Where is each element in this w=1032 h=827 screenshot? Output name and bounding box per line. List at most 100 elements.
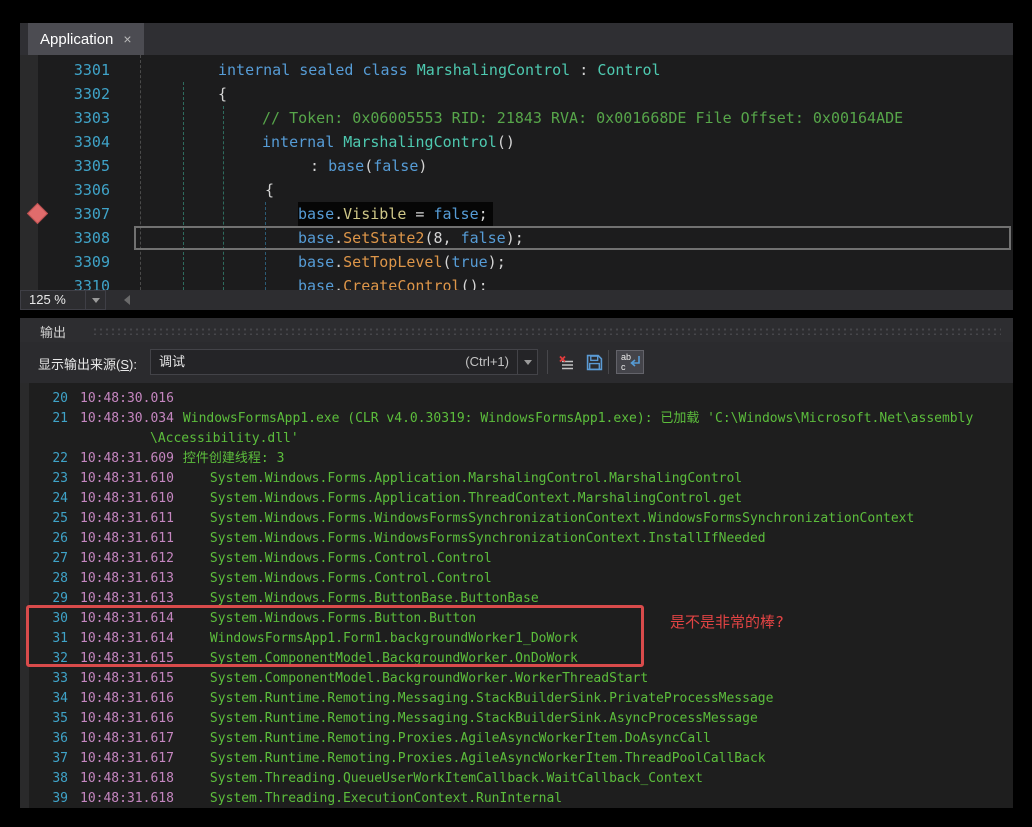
log-row: 25 10:48:31.611 System.Windows.Forms.Windo… xyxy=(20,509,1013,529)
line-number: 3305 xyxy=(38,154,110,178)
log-message: \Accessibility.dll' xyxy=(150,429,299,449)
log-row: 2810:48:31.613System.Windows.Forms.Contr… xyxy=(20,569,1013,589)
clear-all-button[interactable] xyxy=(554,350,578,374)
code-line: 3309 base.SetTopLevel(true); xyxy=(20,250,1013,274)
panel-drag-grip xyxy=(92,327,1001,335)
log-line-number: 38 xyxy=(20,769,68,789)
log-message: System.Runtime.Remoting.Messaging.StackB… xyxy=(210,709,758,729)
zoom-level-combo[interactable]: 125 % xyxy=(20,290,86,310)
chevron-down-icon xyxy=(524,360,532,365)
output-source-combo[interactable]: 调试 (Ctrl+1) xyxy=(150,349,538,375)
tab-label: Application xyxy=(40,31,113,48)
log-timestamp: 10:48:31.613 xyxy=(80,569,174,589)
log-timestamp: 10:48:31.618 xyxy=(80,769,174,789)
output-log[interactable]: 2010:48:30.01621 10:48:30.034 WindowsForms… xyxy=(20,383,1013,808)
log-line-number: 22 xyxy=(20,449,68,469)
save-icon xyxy=(586,354,603,371)
log-row: 2410:48:31.610System.Windows.Forms.Appli… xyxy=(20,489,1013,509)
code-line: 3302 { xyxy=(20,82,1013,106)
log-timestamp: 10:48:31.616 xyxy=(80,709,174,729)
log-row: 38 10:48:31.618 System.Threading.QueueUser… xyxy=(20,769,1013,789)
log-row: 3710:48:31.617System.Runtime.Remoting.Pr… xyxy=(20,749,1013,769)
log-line-number: 36 xyxy=(20,729,68,749)
output-source-label: 显示输出来源(S): xyxy=(38,354,137,373)
log-line-number: 26 xyxy=(20,529,68,549)
toolbar-separator xyxy=(608,350,609,374)
log-message: System.Runtime.Remoting.Proxies.AgileAsy… xyxy=(210,729,711,749)
annotation-box xyxy=(26,605,644,667)
chevron-down-icon xyxy=(92,298,100,303)
line-number: 3306 xyxy=(38,178,110,202)
line-number: 3307 xyxy=(38,202,110,226)
log-timestamp: 10:48:31.618 xyxy=(80,789,174,808)
output-panel-header[interactable]: 输出 xyxy=(20,318,1013,342)
output-toolbar: 显示输出来源(S): 调试 (Ctrl+1) ab c xyxy=(20,342,1013,383)
code-line: 3304internal MarshalingControl() xyxy=(20,130,1013,154)
scroll-left-arrow-icon[interactable] xyxy=(124,295,130,305)
log-message: WindowsFormsApp1.exe (CLR v4.0.30319: Wi… xyxy=(183,409,973,429)
output-log-rows: 2010:48:30.01621 10:48:30.034 WindowsForms… xyxy=(20,389,1013,808)
log-timestamp: 10:48:31.617 xyxy=(80,729,174,749)
log-timestamp: 10:48:31.610 xyxy=(80,489,174,509)
line-number: 3302 xyxy=(38,82,110,106)
log-row: 3410:48:31.616System.Runtime.Remoting.Me… xyxy=(20,689,1013,709)
line-number: 3303 xyxy=(38,106,110,130)
log-line-number: 37 xyxy=(20,749,68,769)
tab-close-icon[interactable]: × xyxy=(123,32,131,46)
log-message: System.Threading.QueueUserWorkItemCallba… xyxy=(210,769,703,789)
log-timestamp: 10:48:30.034 xyxy=(80,409,174,429)
code-text: internal sealed class MarshalingControl … xyxy=(218,58,661,82)
code-editor[interactable]: 3301 internal sealed class MarshalingCont… xyxy=(20,55,1013,290)
log-line-number: 33 xyxy=(20,669,68,689)
log-line-number: 34 xyxy=(20,689,68,709)
code-line: 3301 internal sealed class MarshalingCont… xyxy=(20,58,1013,82)
code-text: base.SetTopLevel(true); xyxy=(298,250,506,274)
log-message: System.Windows.Forms.WindowsFormsSynchro… xyxy=(210,529,766,549)
log-timestamp: 10:48:31.609 xyxy=(80,449,174,469)
log-timestamp: 10:48:31.611 xyxy=(80,529,174,549)
code-lines: 3301 internal sealed class MarshalingCont… xyxy=(20,58,1013,290)
line-number: 3308 xyxy=(38,226,110,250)
line-number: 3309 xyxy=(38,250,110,274)
log-line-number: 27 xyxy=(20,549,68,569)
log-message: System.Windows.Forms.WindowsFormsSynchro… xyxy=(210,509,914,529)
save-output-button[interactable] xyxy=(582,350,606,374)
word-wrap-toggle-button[interactable]: ab c xyxy=(616,350,644,374)
log-line-number: 35 xyxy=(20,709,68,729)
code-text: { xyxy=(265,178,274,202)
code-line: 3310base.CreateControl(); xyxy=(20,274,1013,290)
code-text: base.SetState2(8, false); xyxy=(298,226,524,250)
line-number: 3301 xyxy=(38,58,110,82)
code-text: // Token: 0x06005553 RID: 21843 RVA: 0x0… xyxy=(262,106,903,130)
log-message: System.Windows.Forms.Control.Control xyxy=(210,569,492,589)
output-source-shortcut: (Ctrl+1) xyxy=(465,350,509,374)
zoom-combo-arrow-button[interactable] xyxy=(86,290,106,310)
log-row: 2710:48:31.612System.Windows.Forms.Contr… xyxy=(20,549,1013,569)
clear-all-icon xyxy=(558,354,575,371)
log-timestamp: 10:48:31.610 xyxy=(80,469,174,489)
horizontal-scrollbar[interactable] xyxy=(106,290,1013,310)
log-timestamp: 10:48:31.612 xyxy=(80,549,174,569)
editor-status-strip: 125 % xyxy=(20,290,1013,310)
log-line-number: 39 xyxy=(20,789,68,808)
log-timestamp: 10:48:31.611 xyxy=(80,509,174,529)
code-text: { xyxy=(218,82,227,106)
output-panel-title: 输出 xyxy=(40,322,66,341)
log-row: 35 10:48:31.616 System.Runtime.Remoting.Me… xyxy=(20,709,1013,729)
log-row: 26 10:48:31.611 System.Windows.Forms.Windo… xyxy=(20,529,1013,549)
log-line-number: 23 xyxy=(20,469,68,489)
log-message: System.Windows.Forms.Application.Marshal… xyxy=(210,469,742,489)
log-line-number: 21 xyxy=(20,409,68,429)
tab-application[interactable]: Application × xyxy=(28,23,144,55)
log-timestamp: 10:48:31.616 xyxy=(80,689,174,709)
log-message: System.ComponentModel.BackgroundWorker.W… xyxy=(210,669,648,689)
log-timestamp: 10:48:31.615 xyxy=(80,669,174,689)
toolbar-separator xyxy=(547,350,548,374)
code-line: 3303 // Token: 0x06005553 RID: 21843 RVA:… xyxy=(20,106,1013,130)
log-row: \Accessibility.dll' xyxy=(20,429,1013,449)
log-line-number: 25 xyxy=(20,509,68,529)
log-row: 2010:48:30.016 xyxy=(20,389,1013,409)
combo-arrow-button[interactable] xyxy=(517,350,537,374)
code-line: 3305: base(false) xyxy=(20,154,1013,178)
line-number: 3304 xyxy=(38,130,110,154)
